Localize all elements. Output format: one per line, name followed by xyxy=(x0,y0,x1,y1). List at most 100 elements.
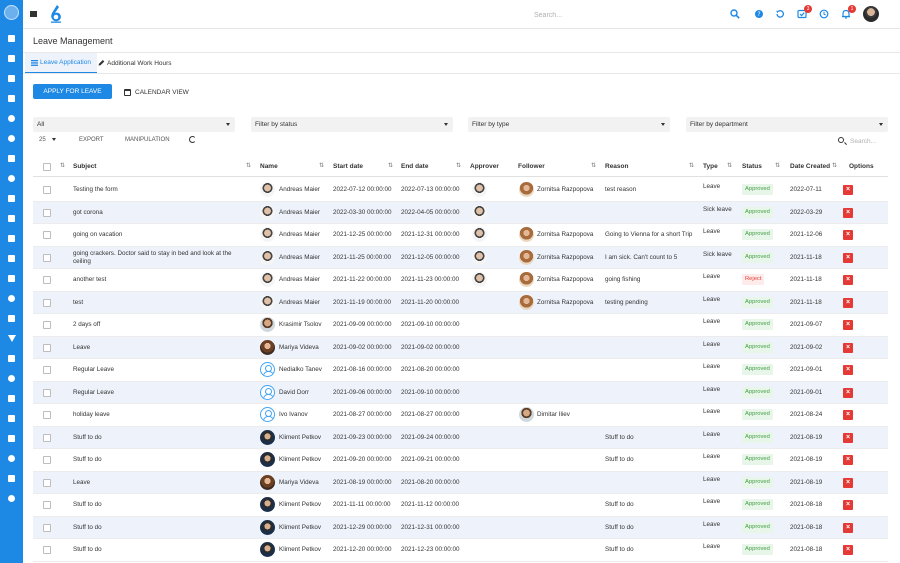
filter-icon[interactable] xyxy=(0,332,23,344)
delete-icon[interactable]: × xyxy=(843,410,853,420)
row-checkbox[interactable] xyxy=(43,276,51,284)
sort-icon[interactable]: ⇅ xyxy=(832,162,837,169)
row-checkbox[interactable] xyxy=(43,456,51,464)
delete-icon[interactable]: × xyxy=(843,432,853,443)
column-type[interactable]: Type xyxy=(703,163,718,170)
help-icon[interactable] xyxy=(0,292,23,304)
sort-icon[interactable]: ⇅ xyxy=(319,162,324,169)
column-approver[interactable]: Approver xyxy=(470,163,499,170)
row-checkbox[interactable] xyxy=(43,186,51,194)
sort-icon[interactable]: ⇅ xyxy=(591,162,596,169)
sort-icon[interactable]: ⇅ xyxy=(727,162,732,169)
delete-icon[interactable]: × xyxy=(843,477,853,488)
delete-icon[interactable]: × xyxy=(843,252,853,263)
delete-icon[interactable]: × xyxy=(843,230,853,240)
row-checkbox[interactable] xyxy=(43,298,51,307)
brand-logo[interactable] xyxy=(49,4,63,23)
tab-leave-application[interactable]: Leave Application xyxy=(25,53,97,73)
row-checkbox[interactable] xyxy=(43,343,51,352)
calendar-icon[interactable] xyxy=(0,52,23,64)
download-icon[interactable] xyxy=(0,392,23,404)
global-search-input[interactable] xyxy=(534,9,714,21)
row-checkbox[interactable] xyxy=(43,501,51,509)
dollar-icon[interactable] xyxy=(0,192,23,204)
column-subject[interactable]: Subject xyxy=(73,163,96,170)
table-row[interactable]: going on vacation Andreas Maier 2021-12-25… xyxy=(33,224,888,247)
list-icon[interactable] xyxy=(0,272,23,284)
key-icon[interactable] xyxy=(0,112,23,124)
table-row[interactable]: Regular Leave Nedialko Tanev 2021-08-16 00… xyxy=(33,359,888,382)
delete-icon[interactable]: × xyxy=(843,387,853,398)
search-icon[interactable] xyxy=(730,9,740,19)
table-row[interactable]: test Andreas Maier 2021-11-19 00:00:00 2021… xyxy=(33,291,888,314)
row-checkbox[interactable] xyxy=(43,478,51,487)
calendar-view-button[interactable]: CALENDAR VIEW xyxy=(124,86,189,98)
settings-icon[interactable] xyxy=(0,492,23,504)
table-row[interactable]: Regular Leave David Dorr 2021-09-06 00:00:… xyxy=(33,381,888,404)
row-checkbox[interactable] xyxy=(43,523,51,532)
table-row[interactable]: another test Andreas Maier 2021-11-22 00:0… xyxy=(33,269,888,292)
shirt-icon[interactable] xyxy=(0,432,23,444)
delete-icon[interactable]: × xyxy=(843,185,853,195)
chart-icon[interactable] xyxy=(0,212,23,224)
network-icon[interactable] xyxy=(0,232,23,244)
menu-toggle-icon[interactable] xyxy=(30,11,37,17)
filter-type-select[interactable]: Filter by type xyxy=(468,117,670,132)
table-row[interactable]: Stuff to do Kliment Petkov 2021-12-20 00:0… xyxy=(33,539,888,562)
column-start-date[interactable]: Start date xyxy=(333,163,363,170)
export-button[interactable]: EXPORT xyxy=(79,137,104,143)
row-checkbox[interactable] xyxy=(43,321,51,329)
sidebar-logo[interactable] xyxy=(4,5,19,20)
delete-icon[interactable]: × xyxy=(843,342,853,353)
refresh-icon[interactable] xyxy=(189,136,196,143)
factory-icon[interactable] xyxy=(0,152,23,164)
snowflake-icon[interactable] xyxy=(0,132,23,144)
delete-icon[interactable]: × xyxy=(843,320,853,330)
table-row[interactable]: Leave Mariya Videva 2021-09-02 00:00:00 202… xyxy=(33,336,888,359)
tasks-icon[interactable]: 3 xyxy=(797,5,812,19)
delete-icon[interactable]: × xyxy=(843,522,853,533)
row-checkbox[interactable] xyxy=(43,433,51,442)
table-row[interactable]: Stuff to do Kliment Petkov 2021-09-23 00:0… xyxy=(33,426,888,449)
column-follower[interactable]: Follower xyxy=(518,163,545,170)
delete-icon[interactable]: × xyxy=(843,365,853,375)
table-row[interactable]: Testing the form Andreas Maier 2022-07-12 … xyxy=(33,179,888,202)
row-checkbox[interactable] xyxy=(43,388,51,397)
video-icon[interactable] xyxy=(0,312,23,324)
delete-icon[interactable]: × xyxy=(843,297,853,308)
calendar-alt-icon[interactable] xyxy=(0,352,23,364)
delete-icon[interactable]: × xyxy=(843,500,853,510)
manipulation-button[interactable]: MANIPULATION xyxy=(125,137,170,143)
table-row[interactable]: Leave Mariya Videva 2021-08-19 00:00:00 202… xyxy=(33,471,888,494)
delete-icon[interactable]: × xyxy=(843,207,853,218)
table-row[interactable]: got corona Andreas Maier 2022-03-30 00:00:… xyxy=(33,201,888,224)
book-icon[interactable] xyxy=(0,412,23,424)
row-checkbox[interactable] xyxy=(43,411,51,419)
tab-additional-work-hours[interactable]: Additional Work Hours xyxy=(92,53,178,73)
table-row[interactable]: Stuff to do Kliment Petkov 2021-12-29 00:0… xyxy=(33,516,888,539)
table-row[interactable]: Stuff to do Kliment Petkov 2021-09-20 00:0… xyxy=(33,449,888,472)
home-icon[interactable] xyxy=(0,32,23,44)
filter-employee-select[interactable]: All xyxy=(33,117,235,132)
table-row[interactable]: Stuff to do Kliment Petkov 2021-11-11 00:0… xyxy=(33,494,888,517)
column-name[interactable]: Name xyxy=(260,163,278,170)
bell-icon[interactable]: 1 xyxy=(841,5,856,19)
select-all-checkbox[interactable] xyxy=(43,163,51,171)
filter-status-select[interactable]: Filter by status xyxy=(251,117,453,132)
page-size-select[interactable]: 25 xyxy=(39,137,56,143)
apply-for-leave-button[interactable]: APPLY FOR LEAVE xyxy=(33,84,112,99)
user-circle-icon[interactable] xyxy=(0,372,23,384)
column-reason[interactable]: Reason xyxy=(605,163,628,170)
row-checkbox[interactable] xyxy=(43,253,51,262)
column-date-created[interactable]: Date Created xyxy=(790,163,830,170)
table-row[interactable]: 2 days off Krasimir Tsolov 2021-09-09 00:0… xyxy=(33,314,888,337)
row-checkbox[interactable] xyxy=(43,366,51,374)
sort-icon[interactable]: ⇅ xyxy=(456,162,461,169)
row-checkbox[interactable] xyxy=(43,231,51,239)
column-end-date[interactable]: End date xyxy=(401,163,428,170)
user-avatar[interactable] xyxy=(863,6,879,22)
envelope-icon[interactable] xyxy=(0,252,23,264)
sort-icon[interactable]: ⇅ xyxy=(775,162,780,169)
lock-icon[interactable] xyxy=(0,72,23,84)
delete-icon[interactable]: × xyxy=(843,275,853,285)
